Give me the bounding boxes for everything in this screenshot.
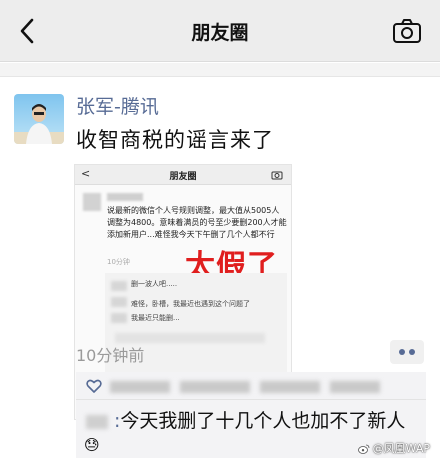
- image-post-text: 说最新的微信个人号规则调整，最大值从5005人调整为4800。意味着满员的号至少…: [107, 206, 287, 239]
- avatar[interactable]: [14, 94, 64, 144]
- more-actions-button[interactable]: [390, 340, 424, 364]
- commenter-name-blurred[interactable]: [86, 414, 108, 429]
- post-text: 收智商税的谣言来了: [76, 128, 274, 152]
- previous-post-edge: ▔▔: [0, 63, 440, 77]
- moment-post: 张军-腾讯 收智商税的谣言来了 < 朋友圈 说最新的微信个人号规则调整，最大值从…: [0, 78, 440, 462]
- camera-icon[interactable]: [392, 18, 422, 44]
- avatar-image: [14, 94, 64, 144]
- weibo-logo-icon: [357, 444, 369, 454]
- comment-item[interactable]: :今天我删了十几个人也加不了新人: [86, 406, 405, 433]
- liker-name-blurred[interactable]: [260, 381, 320, 393]
- image-camera-icon: [271, 171, 283, 180]
- image-comment-3: 我最近只能删...: [131, 314, 180, 322]
- image-avatar-blurred: [83, 193, 101, 211]
- dot-icon: [409, 349, 415, 355]
- image-commenter-blurred: [111, 313, 127, 323]
- image-post-time: 10分钟: [107, 258, 130, 266]
- page-title: 朋友圈: [191, 22, 249, 44]
- dot-icon: [399, 349, 405, 355]
- image-title: 朋友圈: [169, 172, 197, 182]
- likes-row: [76, 372, 426, 400]
- post-author[interactable]: 张军-腾讯: [76, 92, 159, 119]
- liker-name-blurred[interactable]: [330, 381, 380, 393]
- image-comment-1: 删一波人吧.....: [131, 280, 178, 288]
- emoji-icon: 😓: [84, 436, 100, 454]
- watermark-text: @凤凰WAP: [372, 442, 430, 455]
- watermark: @凤凰WAP: [357, 440, 430, 456]
- image-commenter-blurred: [111, 281, 127, 291]
- post-time: 10分钟前: [76, 346, 145, 365]
- liker-name-blurred[interactable]: [180, 381, 250, 393]
- nav-bar: 朋友圈: [0, 0, 440, 62]
- image-nav-bar: < 朋友圈: [75, 165, 291, 185]
- comment-text: 今天我删了十几个人也加不了新人: [120, 410, 406, 432]
- liker-name-blurred[interactable]: [110, 381, 170, 393]
- image-comment-2: 难怪，卧槽，我最近也遇到这个问题了: [131, 300, 250, 308]
- image-name-blurred: [107, 193, 143, 201]
- previous-post-time-fragment: ▔▔: [70, 63, 95, 73]
- image-commenter-blurred: [111, 297, 127, 307]
- heart-icon: [86, 379, 102, 393]
